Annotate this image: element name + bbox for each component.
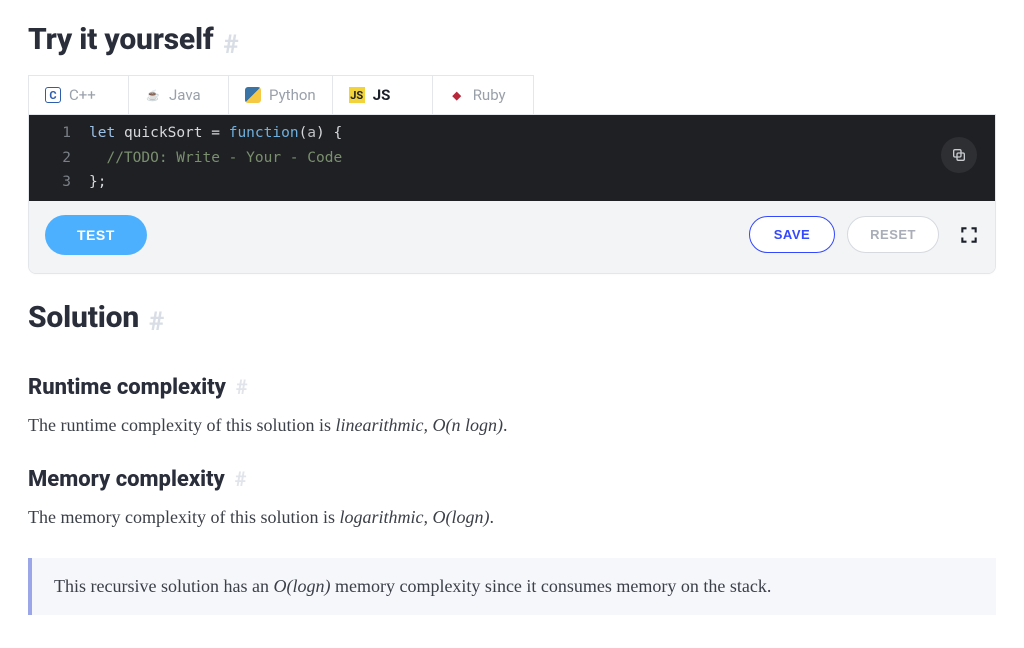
line-number: 3: [29, 170, 89, 195]
code-token: let: [89, 125, 115, 141]
anchor-icon[interactable]: #: [235, 467, 247, 491]
tab-java[interactable]: ☕ Java: [129, 76, 229, 114]
code-editor-panel: 1 let quickSort = function(a) { 2 //TODO…: [28, 114, 996, 274]
runtime-heading: Runtime complexity: [28, 375, 226, 400]
line-number: 1: [29, 121, 89, 146]
code-token: quickSort: [124, 125, 203, 141]
copy-icon[interactable]: [941, 137, 977, 173]
anchor-icon[interactable]: #: [149, 307, 164, 337]
save-button[interactable]: SAVE: [749, 216, 835, 253]
code-token: };: [89, 170, 106, 195]
tab-label: Python: [269, 86, 316, 104]
code-token: =: [203, 125, 229, 141]
cpp-icon: C: [45, 87, 61, 103]
code-token: {: [325, 125, 342, 141]
tab-js[interactable]: JS JS: [333, 76, 433, 114]
fullscreen-icon[interactable]: [959, 225, 979, 245]
tab-cpp[interactable]: C C++: [29, 76, 129, 114]
memory-heading: Memory complexity: [28, 467, 225, 492]
java-icon: ☕: [145, 87, 161, 103]
try-heading: Try it yourself: [28, 22, 213, 57]
code-token: a: [307, 125, 316, 141]
code-token: (: [299, 125, 308, 141]
editor-toolbar: TEST SAVE RESET: [29, 201, 995, 273]
anchor-icon[interactable]: #: [223, 30, 238, 60]
python-icon: [245, 87, 261, 103]
ruby-icon: ◆: [449, 87, 465, 103]
reset-button[interactable]: RESET: [847, 216, 939, 253]
tab-ruby[interactable]: ◆ Ruby: [433, 76, 533, 114]
code-token: function: [229, 125, 299, 141]
test-button[interactable]: TEST: [45, 215, 147, 255]
tab-label: C++: [69, 86, 96, 104]
line-number: 2: [29, 146, 89, 171]
note-callout: This recursive solution has an O(logn) m…: [28, 558, 996, 615]
tab-python[interactable]: Python: [229, 76, 333, 114]
code-token: //TODO: Write - Your - Code: [106, 150, 342, 166]
language-tabs: C C++ ☕ Java Python JS JS ◆ Ruby: [28, 75, 534, 114]
runtime-text: The runtime complexity of this solution …: [28, 412, 996, 440]
tab-label: Ruby: [473, 86, 506, 104]
code-token: ): [316, 125, 325, 141]
memory-text: The memory complexity of this solution i…: [28, 504, 996, 532]
tab-label: Java: [169, 86, 201, 104]
code-editor[interactable]: 1 let quickSort = function(a) { 2 //TODO…: [29, 115, 995, 201]
solution-heading: Solution: [28, 300, 139, 335]
tab-label: JS: [373, 86, 391, 104]
anchor-icon[interactable]: #: [236, 375, 248, 399]
js-icon: JS: [349, 87, 365, 103]
